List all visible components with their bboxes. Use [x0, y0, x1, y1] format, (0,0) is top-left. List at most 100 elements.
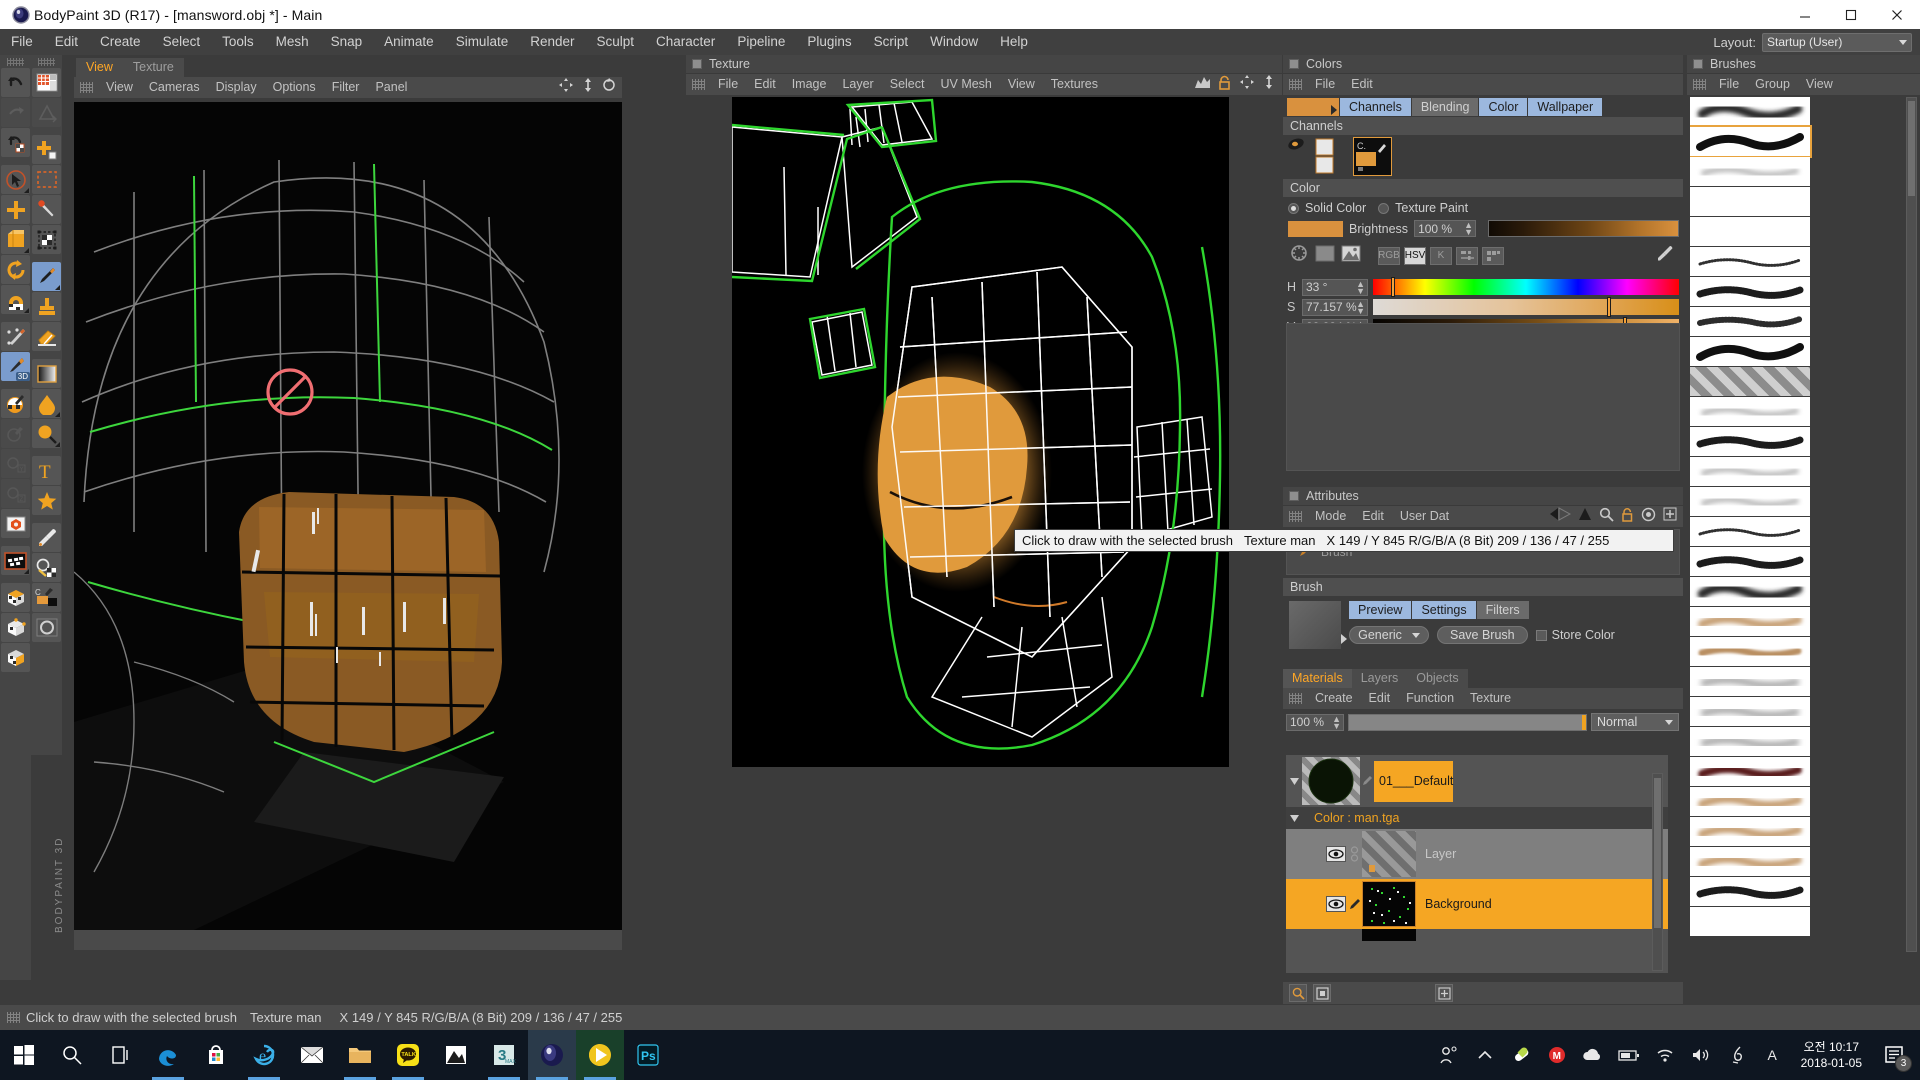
- solid-color-radio[interactable]: [1288, 202, 1299, 214]
- brush-preset-item[interactable]: [1690, 97, 1810, 126]
- toolbar-grip[interactable]: [7, 58, 24, 66]
- texture-menu-select[interactable]: Select: [882, 74, 933, 95]
- search-icon[interactable]: [1599, 507, 1614, 527]
- toolbar-grip-2[interactable]: [38, 58, 55, 66]
- stepper-icon[interactable]: ▲▼: [1356, 299, 1365, 315]
- texture-menu-layer[interactable]: Layer: [834, 74, 881, 95]
- color-channel-tool[interactable]: C: [32, 583, 61, 612]
- task-view-button[interactable]: [96, 1030, 144, 1080]
- brush-preset-item[interactable]: [1690, 637, 1810, 666]
- layout-combo[interactable]: Startup (User): [1762, 32, 1912, 52]
- store-color-checkbox[interactable]: [1535, 629, 1547, 641]
- texture-canvas[interactable]: [732, 97, 1229, 767]
- brush-preset-item[interactable]: [1690, 487, 1810, 516]
- rotate-view-icon[interactable]: [602, 77, 616, 98]
- brushes-scroll-thumb[interactable]: [1908, 101, 1915, 196]
- texture-paint-radio[interactable]: [1378, 202, 1390, 214]
- histogram-icon[interactable]: [1194, 75, 1211, 94]
- viewport-menu-filter[interactable]: Filter: [324, 77, 368, 98]
- channel-slot-color[interactable]: C.: [1353, 136, 1392, 176]
- pen-icon[interactable]: [1719, 1030, 1755, 1080]
- fill-tool[interactable]: [32, 389, 61, 418]
- gradient-tool[interactable]: [32, 359, 61, 388]
- mode-k-button[interactable]: K: [1430, 246, 1452, 265]
- menu-item-select[interactable]: Select: [152, 29, 212, 55]
- attributes-menu-user-dat[interactable]: User Dat: [1392, 506, 1457, 527]
- menu-item-render[interactable]: Render: [519, 29, 585, 55]
- text-tool[interactable]: T: [32, 456, 61, 485]
- brush-preset-item[interactable]: [1690, 547, 1810, 576]
- layer-name[interactable]: Background: [1416, 897, 1668, 911]
- move-tool[interactable]: [1, 195, 30, 224]
- materials-menu-texture[interactable]: Texture: [1462, 688, 1519, 709]
- brushes-menu-group[interactable]: Group: [1747, 74, 1798, 95]
- active-color-swatch[interactable]: [1287, 98, 1339, 116]
- viewport-circle-tool[interactable]: [32, 613, 61, 642]
- undo-action-tool[interactable]: [1, 128, 30, 157]
- layout-selector[interactable]: Layout: Startup (User): [1713, 32, 1920, 52]
- move-layer-icon[interactable]: [1239, 74, 1255, 95]
- magic-wand-tool[interactable]: [32, 195, 61, 224]
- materials-scroll-thumb[interactable]: [1654, 778, 1661, 928]
- viewport-3d-canvas[interactable]: [74, 102, 622, 930]
- layer-visibility-icon[interactable]: [1326, 846, 1346, 862]
- brushes-menu-file[interactable]: File: [1711, 74, 1747, 95]
- color-wheel-icon[interactable]: [1288, 243, 1310, 268]
- brushes-menu-view[interactable]: View: [1798, 74, 1841, 95]
- forward-arrow-icon[interactable]: [1578, 507, 1592, 526]
- status-grip[interactable]: [7, 1012, 20, 1023]
- menu-item-animate[interactable]: Animate: [373, 29, 445, 55]
- menu-item-pipeline[interactable]: Pipeline: [726, 29, 796, 55]
- eyedropper-small-icon[interactable]: [1656, 244, 1679, 267]
- shape-blend-tool[interactable]: [32, 98, 61, 127]
- brushes-menu-grip[interactable]: [1693, 79, 1706, 90]
- brush-preset-item[interactable]: [1690, 787, 1810, 816]
- rotate-tool[interactable]: [1, 255, 30, 284]
- blend-mode-dropdown[interactable]: Normal: [1591, 713, 1679, 731]
- scale-view-icon[interactable]: [581, 77, 595, 98]
- brush-preset-item[interactable]: [1690, 697, 1810, 726]
- materials-scrollbar[interactable]: [1652, 773, 1663, 971]
- menu-item-character[interactable]: Character: [645, 29, 726, 55]
- cinema4d-button[interactable]: [528, 1030, 576, 1080]
- brightness-gradient[interactable]: [1488, 220, 1679, 237]
- brush-preset-item[interactable]: [1690, 337, 1810, 366]
- brush-preset-item[interactable]: [1690, 217, 1810, 246]
- scale-tool[interactable]: [1, 225, 30, 254]
- swatches-layout-icon[interactable]: [1482, 246, 1504, 265]
- brush-preset-item[interactable]: [1690, 367, 1810, 396]
- brush-preset-item[interactable]: [1690, 125, 1812, 158]
- brush-preset-item[interactable]: [1690, 907, 1810, 936]
- undo-tool[interactable]: [1, 68, 30, 97]
- volume-icon[interactable]: [1683, 1030, 1719, 1080]
- wifi-icon[interactable]: [1647, 1030, 1683, 1080]
- brush-tab-settings[interactable]: Settings: [1412, 601, 1476, 619]
- brush-preset-item[interactable]: [1690, 577, 1810, 606]
- viewport-menu-display[interactable]: Display: [208, 77, 265, 98]
- material-row[interactable]: 01___Default: [1286, 755, 1668, 807]
- brush-preset-item[interactable]: [1690, 667, 1810, 696]
- expand-arrow-icon[interactable]: [1286, 814, 1302, 822]
- viewport-tab-view[interactable]: View: [76, 58, 123, 77]
- attributes-menu-edit[interactable]: Edit: [1354, 506, 1392, 527]
- texture-menu-image[interactable]: Image: [784, 74, 835, 95]
- menu-item-edit[interactable]: Edit: [44, 29, 89, 55]
- brush-preview-thumb[interactable]: [1289, 601, 1347, 649]
- close-button[interactable]: [1874, 0, 1920, 29]
- attributes-menu-grip[interactable]: [1289, 511, 1302, 522]
- brightness-swatch[interactable]: [1288, 220, 1343, 237]
- brush-tab-preview[interactable]: Preview: [1349, 601, 1412, 619]
- ime-language-icon[interactable]: A: [1755, 1030, 1791, 1080]
- texture-menu-file[interactable]: File: [710, 74, 746, 95]
- material-thumbnail[interactable]: [1302, 757, 1360, 805]
- brush-preset-item[interactable]: [1690, 757, 1810, 786]
- colors-menu-edit[interactable]: Edit: [1343, 74, 1381, 95]
- symmetry-brush-tool[interactable]: [1, 322, 30, 351]
- magnifier-small-icon[interactable]: [1289, 984, 1307, 1002]
- star-shape-tool[interactable]: [32, 486, 61, 515]
- onedrive-icon[interactable]: [1575, 1030, 1611, 1080]
- hue-input[interactable]: 33 ° ▲ ▼: [1302, 278, 1368, 296]
- eraser-tool[interactable]: [32, 322, 61, 351]
- menu-item-script[interactable]: Script: [863, 29, 920, 55]
- layer-name[interactable]: Layer: [1416, 847, 1668, 861]
